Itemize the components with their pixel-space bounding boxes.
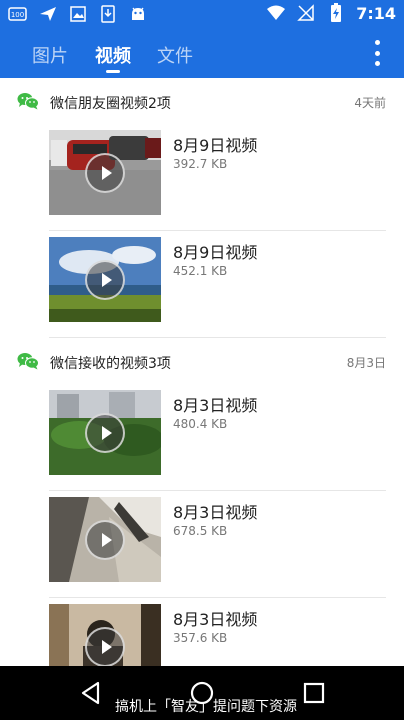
status-bar: 100 7:14 [0,0,404,28]
video-list[interactable]: 微信朋友圈视频2项 4天前 8月9日视频 392.7 KB 8月9日视频 452… [0,78,404,666]
battery-saver-icon: 100 [8,4,28,24]
video-thumbnail[interactable] [49,497,161,582]
video-title: 8月9日视频 [173,243,258,262]
wechat-icon [17,353,39,370]
group-title: 微信接收的视频3项 [50,356,171,372]
video-title: 8月3日视频 [173,396,258,415]
video-size: 357.6 KB [173,631,228,645]
tab-files[interactable]: 文件 [157,42,193,68]
battery-charging-icon [326,3,346,23]
video-list-item[interactable]: 8月3日视频 357.6 KB [0,598,404,666]
play-icon [85,626,125,666]
video-thumbnail[interactable] [49,604,161,666]
video-list-item[interactable]: 8月3日视频 480.4 KB [0,384,404,491]
android-robot-icon [128,4,148,24]
play-icon [85,259,125,300]
recents-icon[interactable] [301,680,327,706]
group-date: 4天前 [354,96,386,110]
video-title: 8月9日视频 [173,136,258,155]
svg-text:100: 100 [11,11,24,19]
video-size: 480.4 KB [173,417,228,431]
video-size: 452.1 KB [173,264,228,278]
wechat-icon [17,93,39,110]
play-icon [85,412,125,453]
tab-videos[interactable]: 视频 [95,42,131,68]
video-size: 392.7 KB [173,157,228,171]
group-title: 微信朋友圈视频2项 [50,96,171,112]
image-notification-icon [68,4,88,24]
group-header-wechat-received: 微信接收的视频3项 8月3日 [0,338,404,384]
send-icon [38,4,58,24]
video-title: 8月3日视频 [173,610,258,629]
video-size: 678.5 KB [173,524,228,538]
back-icon[interactable] [78,680,104,706]
video-thumbnail[interactable] [49,390,161,475]
more-options-icon[interactable] [372,40,382,66]
app-bar: 图片 视频 文件 [0,28,404,78]
no-signal-icon [296,3,316,23]
video-list-item[interactable]: 8月9日视频 392.7 KB [0,124,404,231]
watermark-text: 搞机上「智友」提问题下资源 [115,699,297,715]
group-date: 8月3日 [346,356,386,370]
group-header-wechat-moments: 微信朋友圈视频2项 4天前 [0,78,404,124]
tab-images[interactable]: 图片 [32,42,68,68]
download-icon [98,4,118,24]
video-title: 8月3日视频 [173,503,258,522]
navigation-bar: 搞机上「智友」提问题下资源 [0,666,404,720]
wifi-icon [266,3,286,23]
video-thumbnail[interactable] [49,130,161,215]
video-list-item[interactable]: 8月3日视频 678.5 KB [0,491,404,598]
video-list-item[interactable]: 8月9日视频 452.1 KB [0,231,404,338]
clock: 7:14 [356,3,396,23]
active-tab-indicator [106,70,120,73]
play-icon [85,519,125,560]
play-icon [85,152,125,193]
video-thumbnail[interactable] [49,237,161,322]
